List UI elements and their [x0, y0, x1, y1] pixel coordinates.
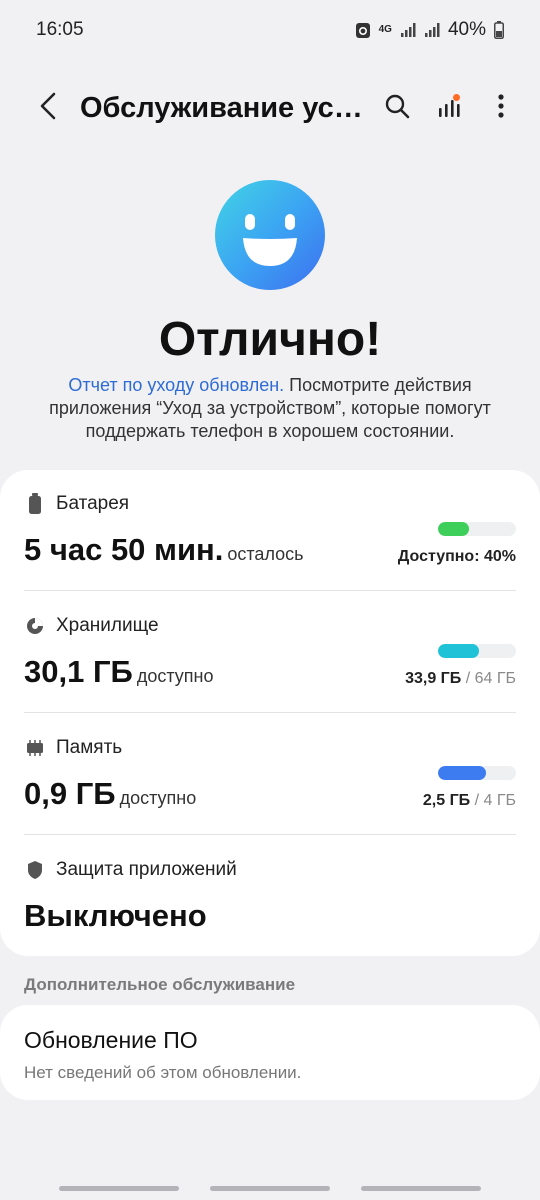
care-report-link[interactable]: Отчет по уходу обновлен.	[68, 375, 284, 395]
status-time: 16:05	[36, 19, 84, 40]
storage-usage: 33,9 ГБ / 64 ГБ	[405, 670, 516, 688]
storage-row[interactable]: Хранилище 30,1 ГБ доступно 33,9 ГБ / 64 …	[24, 612, 516, 712]
network-4g-icon: 4G	[379, 25, 392, 35]
shield-icon	[24, 859, 46, 881]
storage-total: / 64 ГБ	[465, 670, 516, 687]
back-arrow-icon	[39, 92, 57, 125]
smiley-face-icon	[215, 180, 325, 290]
search-icon	[384, 93, 410, 124]
battery-row[interactable]: Батарея 5 час 50 мин. осталось Доступно:…	[24, 490, 516, 590]
signal-icon	[424, 22, 440, 38]
battery-label: Батарея	[56, 493, 130, 514]
battery-time-value: 5 час 50 мин.	[24, 532, 224, 567]
storage-used: 33,9 ГБ	[405, 670, 462, 687]
storage-free-value: 30,1 ГБ	[24, 654, 133, 689]
storage-free-unit: доступно	[136, 666, 214, 686]
memory-total: / 4 ГБ	[474, 792, 516, 809]
memory-meter-fill	[438, 766, 487, 780]
network-type: 4G	[378, 24, 392, 35]
battery-available: Доступно: 40%	[397, 548, 516, 565]
divider	[24, 590, 516, 591]
status-headline: Отлично!	[158, 313, 382, 366]
status-icons: 4G 40%	[355, 19, 504, 41]
memory-label: Память	[56, 737, 123, 758]
care-report-summary: Отчет по уходу обновлен. Посмотрите дейс…	[30, 374, 510, 443]
memory-chip-icon	[24, 737, 46, 759]
section-title: Дополнительное обслуживание	[24, 975, 296, 994]
battery-icon	[494, 21, 504, 39]
memory-free-unit: доступно	[119, 788, 197, 808]
nav-back-button[interactable]	[361, 1186, 481, 1191]
battery-time-unit: осталось	[227, 544, 304, 564]
back-button[interactable]	[28, 88, 68, 128]
divider	[24, 712, 516, 713]
memory-meter	[438, 766, 516, 780]
memory-used: 2,5 ГБ	[422, 792, 471, 809]
nav-home-button[interactable]	[210, 1186, 330, 1191]
status-bar: 16:05 4G 40%	[0, 0, 540, 60]
storage-label: Хранилище	[56, 615, 159, 636]
battery-meter	[438, 522, 516, 536]
storage-meter	[438, 644, 516, 658]
nav-recents-button[interactable]	[59, 1186, 179, 1191]
recycle-icon	[355, 21, 371, 39]
software-update-item[interactable]: Обновление ПО Нет сведений об этом обнов…	[0, 1005, 540, 1100]
device-status-card: Батарея 5 час 50 мин. осталось Доступно:…	[0, 470, 540, 956]
memory-free-value: 0,9 ГБ	[24, 776, 116, 811]
pie-chart-icon	[24, 615, 46, 637]
memory-usage: 2,5 ГБ / 4 ГБ	[423, 792, 516, 810]
divider	[24, 834, 516, 835]
notification-dot	[453, 94, 460, 101]
battery-percent: 40%	[447, 19, 486, 40]
signal-icon	[400, 22, 416, 38]
storage-meter-fill	[438, 644, 480, 658]
software-update-title: Обновление ПО	[24, 1027, 198, 1053]
navigation-bar	[0, 1170, 540, 1200]
memory-row[interactable]: Память 0,9 ГБ доступно 2,5 ГБ / 4 ГБ	[24, 734, 516, 834]
battery-icon	[24, 493, 46, 515]
app-protection-status: Выключено	[24, 898, 207, 933]
search-button[interactable]	[376, 87, 418, 129]
app-bar: Обслуживание устройства	[0, 78, 540, 138]
app-protection-label: Защита приложений	[56, 859, 237, 880]
more-vertical-icon	[497, 93, 505, 124]
diagnostics-button[interactable]	[428, 87, 470, 129]
app-protection-row[interactable]: Защита приложений Выключено	[24, 856, 516, 946]
battery-meter-fill	[438, 522, 470, 536]
software-update-subtitle: Нет сведений об этом обновлении.	[24, 1063, 302, 1082]
more-options-button[interactable]	[480, 87, 522, 129]
page-title: Обслуживание устройства	[80, 91, 365, 124]
